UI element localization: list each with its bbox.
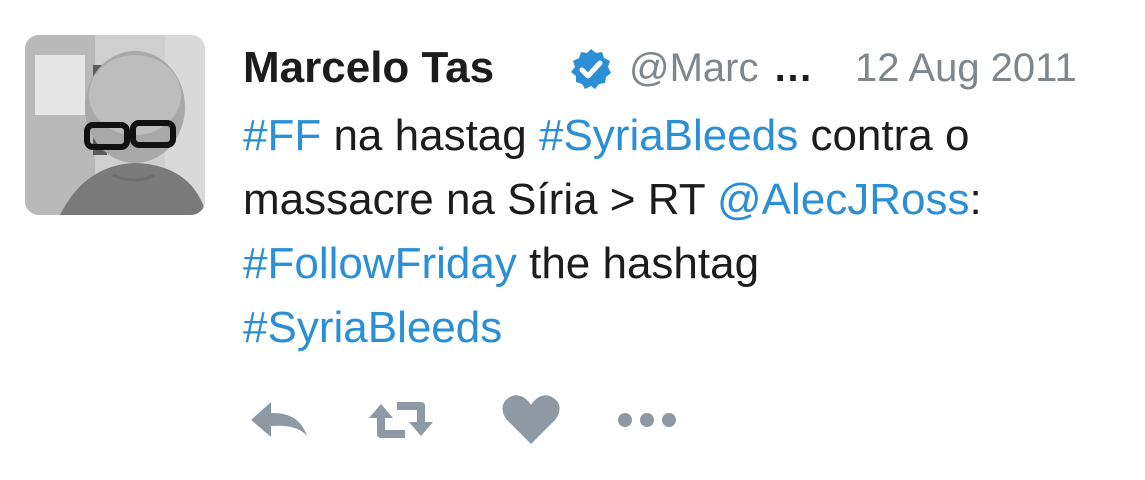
hashtag-syriableeds[interactable]: #SyriaBleeds	[539, 111, 798, 160]
tweet-text-fragment: massacre na Síria > RT	[243, 175, 718, 224]
more-options-icon	[618, 413, 676, 427]
avatar[interactable]	[25, 35, 205, 215]
tweet-text-line: #FF na hastag #SyriaBleeds contra o	[243, 104, 1123, 168]
hashtag-ff[interactable]: #FF	[243, 111, 321, 160]
like-button[interactable]	[495, 390, 567, 450]
tweet-text-line: massacre na Síria > RT @AlecJRoss:	[243, 168, 1123, 232]
tweet-text-fragment: contra o	[798, 111, 970, 160]
tweet-date[interactable]: 12 Aug 2011	[855, 40, 1077, 96]
tweet-text-line: #SyriaBleeds	[243, 296, 1123, 360]
tweet-text: #FF na hastag #SyriaBleeds contra o mass…	[243, 104, 1123, 360]
author-name[interactable]: Marcelo Tas	[243, 40, 494, 96]
tweet-text-fragment: the hashtag	[516, 239, 760, 288]
tweet-card: Marcelo Tas @Marc … 12 Aug 2011 #FF na h…	[0, 0, 1145, 480]
author-handle[interactable]: @Marc	[629, 40, 759, 96]
verified-badge-icon	[571, 49, 611, 89]
retweet-button[interactable]	[365, 390, 437, 450]
user-avatar-photo-icon	[25, 35, 205, 215]
tweet-header: Marcelo Tas @Marc … 12 Aug 2011	[243, 40, 1123, 96]
handle-truncation: …	[773, 46, 813, 90]
tweet-text-fragment: na hastag	[321, 111, 539, 160]
retweet-icon	[369, 402, 433, 438]
mention-alecjross[interactable]: @AlecJRoss	[717, 175, 970, 224]
more-options-button[interactable]	[611, 390, 683, 450]
reply-icon	[251, 402, 307, 437]
tweet-actions	[243, 390, 743, 450]
tweet-text-line: #FollowFriday the hashtag	[243, 232, 1123, 296]
tweet-text-fragment: :	[969, 175, 982, 224]
like-heart-icon	[502, 395, 560, 444]
hashtag-followfriday[interactable]: #FollowFriday	[243, 239, 517, 288]
reply-button[interactable]	[243, 390, 315, 450]
hashtag-syriableeds[interactable]: #SyriaBleeds	[243, 303, 502, 352]
